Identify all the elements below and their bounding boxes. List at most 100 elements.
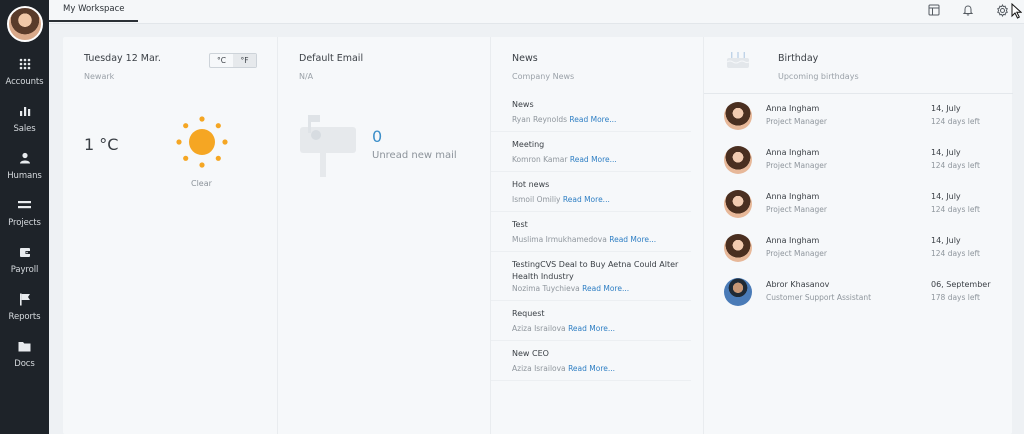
sidebar: Accounts Sales Humans Projects Payroll R… xyxy=(0,0,49,434)
news-item-author: Muslima Irmukhamedova xyxy=(512,235,607,244)
birthday-days-left: 124 days left xyxy=(931,249,980,258)
sidebar-item-label: Docs xyxy=(14,359,35,369)
weather-widget: Tuesday 12 Mar. Newark °C °F 1 °C Clear xyxy=(63,37,277,434)
birthday-date: 14, July xyxy=(931,236,961,245)
news-item-title: Request xyxy=(512,309,545,318)
news-title: News xyxy=(512,53,538,64)
news-item: News Ryan Reynolds Read More... xyxy=(491,92,691,132)
birthday-name: Anna Ingham xyxy=(766,104,820,113)
news-item-title: Test xyxy=(512,220,528,229)
news-widget: News Company News News Ryan Reynolds Rea… xyxy=(490,37,703,434)
sidebar-item-docs[interactable]: Docs xyxy=(0,336,49,383)
read-more-link[interactable]: Read More... xyxy=(609,235,656,244)
news-list: News Ryan Reynolds Read More... Meeting … xyxy=(491,92,704,381)
birthday-title: Birthday xyxy=(778,53,819,64)
bell-icon[interactable] xyxy=(960,2,976,18)
birthday-date: 14, July xyxy=(931,104,961,113)
birthday-item: Anna Ingham Project Manager 14, July 124… xyxy=(704,226,1013,270)
news-subtitle: Company News xyxy=(512,72,575,81)
sidebar-item-reports[interactable]: Reports xyxy=(0,289,49,336)
unread-mail-label: Unread new mail xyxy=(372,150,457,161)
birthday-name: Abror Khasanov xyxy=(766,280,830,289)
birthday-role: Project Manager xyxy=(766,205,827,214)
unread-mail-count: 0 xyxy=(372,127,383,146)
layout-icon[interactable] xyxy=(926,2,942,18)
birthday-role: Project Manager xyxy=(766,117,827,126)
weather-date: Tuesday 12 Mar. xyxy=(84,53,161,64)
dashboard-panel: Tuesday 12 Mar. Newark °C °F 1 °C Clear … xyxy=(63,37,1013,434)
weather-city: Newark xyxy=(84,72,115,81)
sidebar-nav: Accounts Sales Humans Projects Payroll R… xyxy=(0,54,49,383)
top-icons xyxy=(926,2,1010,18)
person-icon xyxy=(19,148,31,168)
sidebar-item-accounts[interactable]: Accounts xyxy=(0,54,49,101)
birthday-days-left: 124 days left xyxy=(931,117,980,126)
news-item-author: Aziza Israilova xyxy=(512,364,566,373)
birthday-item: Abror Khasanov Customer Support Assistan… xyxy=(704,270,1013,314)
news-item-author: Aziza Israilova xyxy=(512,324,566,333)
sidebar-item-payroll[interactable]: Payroll xyxy=(0,242,49,289)
read-more-link[interactable]: Read More... xyxy=(582,284,629,293)
read-more-link[interactable]: Read More... xyxy=(570,155,617,164)
birthday-name: Anna Ingham xyxy=(766,236,820,245)
birthday-date: 14, July xyxy=(931,148,961,157)
birthday-date: 14, July xyxy=(931,192,961,201)
gear-icon[interactable] xyxy=(994,2,1010,18)
sun-icon xyxy=(173,113,231,175)
news-item-author: Ismoil Omiliy xyxy=(512,195,561,204)
weather-condition: Clear xyxy=(191,179,212,188)
sidebar-item-label: Humans xyxy=(7,171,42,181)
read-more-link[interactable]: Read More... xyxy=(568,324,615,333)
wallet-icon xyxy=(19,242,31,262)
news-item: Test Muslima Irmukhamedova Read More... xyxy=(491,212,691,252)
unit-fahrenheit-button[interactable]: °F xyxy=(233,54,256,67)
flag-icon xyxy=(19,289,31,309)
projects-icon xyxy=(18,195,31,215)
read-more-link[interactable]: Read More... xyxy=(569,115,616,124)
tab-my-workspace[interactable]: My Workspace xyxy=(49,0,138,22)
avatar xyxy=(724,278,752,306)
news-item-title: New CEO xyxy=(512,349,549,358)
top-bar: My Workspace xyxy=(49,0,1024,24)
sidebar-item-label: Accounts xyxy=(5,77,44,87)
avatar xyxy=(724,102,752,130)
sidebar-item-sales[interactable]: Sales xyxy=(0,101,49,148)
avatar xyxy=(724,234,752,262)
sidebar-item-humans[interactable]: Humans xyxy=(0,148,49,195)
email-subtitle: N/A xyxy=(299,72,314,81)
sidebar-item-label: Payroll xyxy=(10,265,39,275)
news-item: Request Aziza Israilova Read More... xyxy=(491,301,691,341)
sidebar-item-label: Reports xyxy=(8,312,41,322)
birthday-role: Project Manager xyxy=(766,161,827,170)
email-title: Default Email xyxy=(299,53,364,64)
folder-icon xyxy=(18,336,31,356)
news-item: TestingCVS Deal to Buy Aetna Could Alter… xyxy=(491,252,691,301)
news-item: Hot news Ismoil Omiliy Read More... xyxy=(491,172,691,212)
birthday-item: Anna Ingham Project Manager 14, July 124… xyxy=(704,94,1013,138)
birthday-item: Anna Ingham Project Manager 14, July 124… xyxy=(704,138,1013,182)
news-item: New CEO Aziza Israilova Read More... xyxy=(491,341,691,381)
unit-toggle: °C °F xyxy=(209,53,257,68)
email-widget: Default Email N/A 0 Unread new mail xyxy=(277,37,490,434)
sidebar-item-label: Projects xyxy=(8,218,41,228)
news-item-title: Hot news xyxy=(512,180,550,189)
read-more-link[interactable]: Read More... xyxy=(568,364,615,373)
birthday-item: Anna Ingham Project Manager 14, July 124… xyxy=(704,182,1013,226)
temperature: 1 °C xyxy=(84,135,119,154)
news-item-author: Nozima Tuychieva xyxy=(512,284,580,293)
mouse-cursor-icon xyxy=(1011,2,1023,23)
birthday-list: Anna Ingham Project Manager 14, July 124… xyxy=(704,93,1013,314)
read-more-link[interactable]: Read More... xyxy=(563,195,610,204)
birthday-days-left: 124 days left xyxy=(931,205,980,214)
sidebar-item-projects[interactable]: Projects xyxy=(0,195,49,242)
news-item-author: Komron Kamar xyxy=(512,155,568,164)
birthday-subtitle: Upcoming birthdays xyxy=(778,72,859,81)
birthday-date: 06, September xyxy=(931,280,991,289)
mailbox-icon xyxy=(298,109,360,183)
user-avatar[interactable] xyxy=(6,6,43,42)
birthday-days-left: 124 days left xyxy=(931,161,980,170)
bar-chart-icon xyxy=(19,101,31,121)
unit-celsius-button[interactable]: °C xyxy=(210,54,233,67)
news-item: Meeting Komron Kamar Read More... xyxy=(491,132,691,172)
sidebar-item-label: Sales xyxy=(13,124,36,134)
